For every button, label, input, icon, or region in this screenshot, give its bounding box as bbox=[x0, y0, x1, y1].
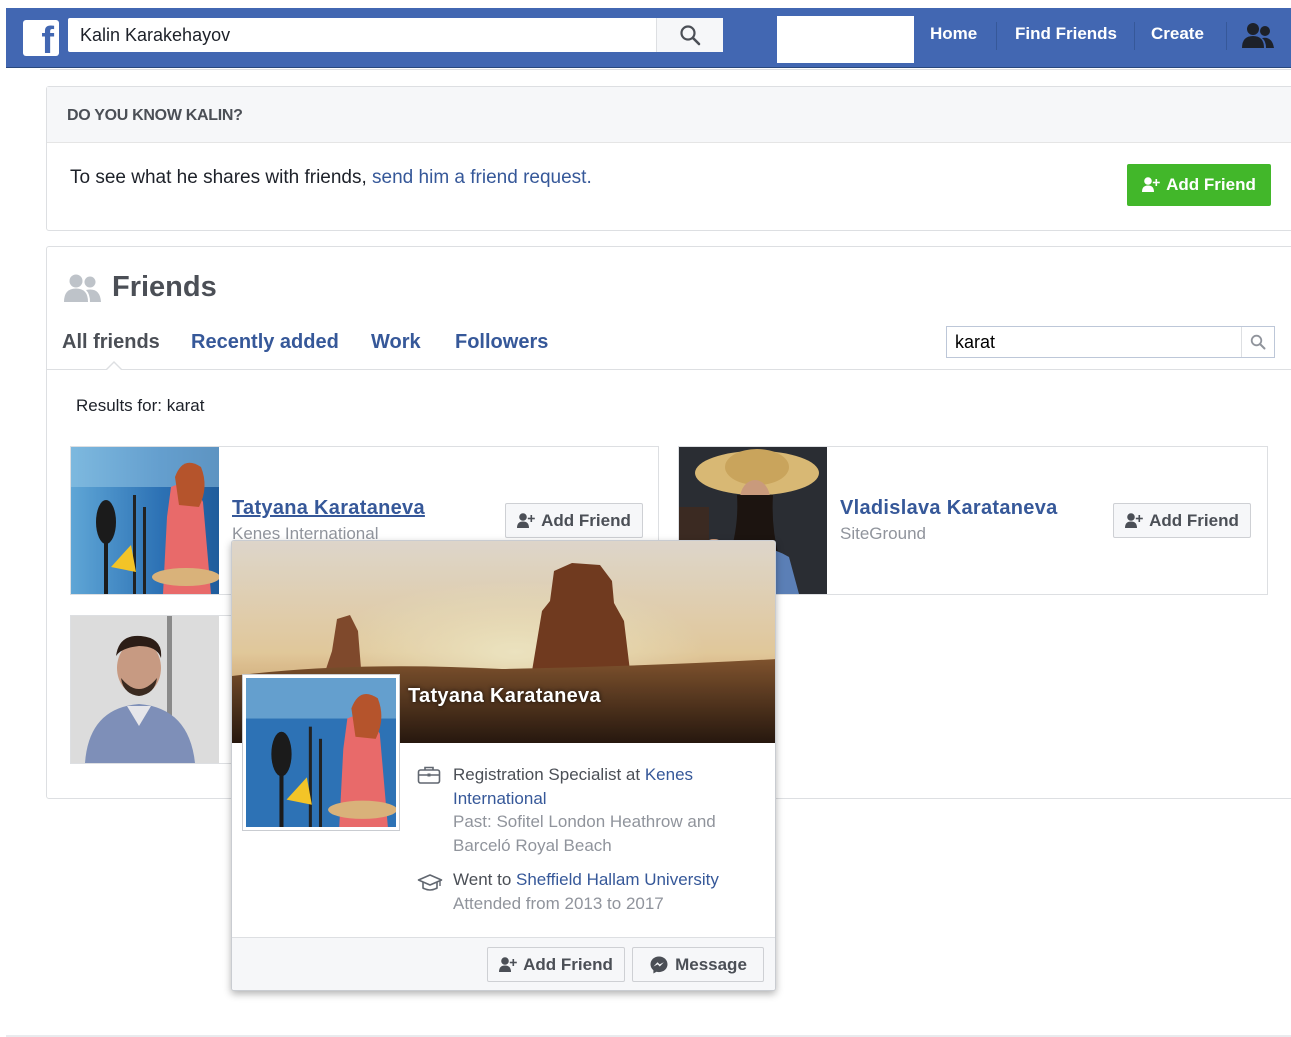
friend-subtitle: SiteGround bbox=[840, 524, 926, 543]
search-icon bbox=[680, 25, 701, 46]
tabs-divider bbox=[47, 369, 1291, 370]
hovercard-message-button[interactable]: Message bbox=[632, 947, 764, 982]
friend-search-box bbox=[946, 326, 1275, 358]
friends-title-row: Friends bbox=[64, 271, 217, 304]
friend-photo[interactable] bbox=[71, 447, 219, 594]
friend-name-link[interactable]: Vladislava Karataneva bbox=[840, 497, 1058, 520]
work-past: Past: Sofitel London Heathrow and Barcel… bbox=[453, 812, 716, 855]
do-you-know-heading: DO YOU KNOW KALIN? bbox=[47, 87, 1291, 143]
top-search-button[interactable] bbox=[656, 18, 723, 52]
top-navigation-bar: f Home Find Friends Create bbox=[6, 8, 1291, 68]
hovercard-footer: Add Friend Message bbox=[232, 937, 775, 990]
education-school-link[interactable]: Sheffield Hallam University bbox=[516, 870, 719, 889]
profile-link[interactable] bbox=[777, 16, 914, 63]
friends-heading: Friends bbox=[112, 271, 217, 303]
nav-divider bbox=[996, 22, 997, 50]
friend-search-button[interactable] bbox=[1241, 327, 1274, 357]
add-friend-button[interactable]: Add Friend bbox=[505, 503, 643, 538]
do-you-know-prefix: To see what he shares with friends, bbox=[70, 167, 373, 188]
facebook-logo[interactable]: f bbox=[23, 20, 59, 60]
hovercard-profile-photo[interactable] bbox=[242, 674, 400, 831]
hovercard-add-friend-button[interactable]: Add Friend bbox=[487, 947, 625, 982]
add-friend-icon bbox=[1125, 512, 1143, 528]
nav-divider bbox=[1134, 22, 1135, 50]
tab-followers[interactable]: Followers bbox=[455, 331, 548, 354]
education-prefix: Went to bbox=[453, 870, 516, 889]
messenger-icon bbox=[650, 956, 668, 973]
work-prefix: Registration Specialist at bbox=[453, 765, 645, 784]
top-search-input[interactable] bbox=[68, 18, 656, 52]
friend-search-input[interactable] bbox=[947, 327, 1241, 357]
header-divider bbox=[40, 69, 1291, 70]
add-friend-button[interactable]: Add Friend bbox=[1127, 164, 1271, 206]
add-friend-label: Add Friend bbox=[1149, 510, 1239, 530]
work-info: Registration Specialist at Kenes Interna… bbox=[453, 763, 753, 857]
tab-work[interactable]: Work bbox=[371, 331, 421, 354]
friend-photo[interactable] bbox=[71, 616, 219, 763]
tab-all-friends[interactable]: All friends bbox=[62, 331, 160, 354]
do-you-know-text: To see what he shares with friends, send… bbox=[70, 167, 592, 189]
graduation-cap-icon bbox=[417, 874, 443, 891]
nav-divider bbox=[1226, 22, 1227, 50]
profile-hovercard: Tatyana Karataneva Registration Speciali… bbox=[231, 540, 776, 991]
nav-find-friends[interactable]: Find Friends bbox=[1015, 24, 1117, 44]
add-friend-button[interactable]: Add Friend bbox=[1113, 503, 1251, 538]
friends-icon bbox=[64, 274, 101, 302]
do-you-know-panel: DO YOU KNOW KALIN? To see what he shares… bbox=[46, 86, 1291, 231]
message-label: Message bbox=[675, 954, 747, 974]
hovercard-name[interactable]: Tatyana Karataneva bbox=[408, 685, 601, 708]
send-friend-request-link[interactable]: send him a friend request. bbox=[372, 167, 592, 188]
add-friend-label: Add Friend bbox=[541, 510, 631, 530]
nav-create[interactable]: Create bbox=[1151, 24, 1204, 44]
education-info: Went to Sheffield Hallam University Atte… bbox=[453, 868, 753, 915]
add-friend-icon bbox=[499, 956, 517, 972]
nav-home[interactable]: Home bbox=[930, 24, 977, 44]
active-tab-indicator-fill bbox=[106, 363, 122, 371]
tab-recently-added[interactable]: Recently added bbox=[191, 331, 339, 354]
top-search-box bbox=[68, 18, 723, 52]
add-friend-label: Add Friend bbox=[523, 954, 613, 974]
search-icon bbox=[1250, 334, 1266, 350]
add-friend-label: Add Friend bbox=[1166, 175, 1256, 194]
add-friend-icon bbox=[517, 512, 535, 528]
briefcase-icon bbox=[417, 766, 441, 784]
education-dates: Attended from 2013 to 2017 bbox=[453, 893, 664, 913]
friend-requests-icon[interactable] bbox=[1242, 22, 1274, 50]
add-friend-icon bbox=[1142, 177, 1160, 192]
friend-name-link[interactable]: Tatyana Karataneva bbox=[232, 497, 425, 520]
results-label: Results for: karat bbox=[76, 396, 205, 415]
